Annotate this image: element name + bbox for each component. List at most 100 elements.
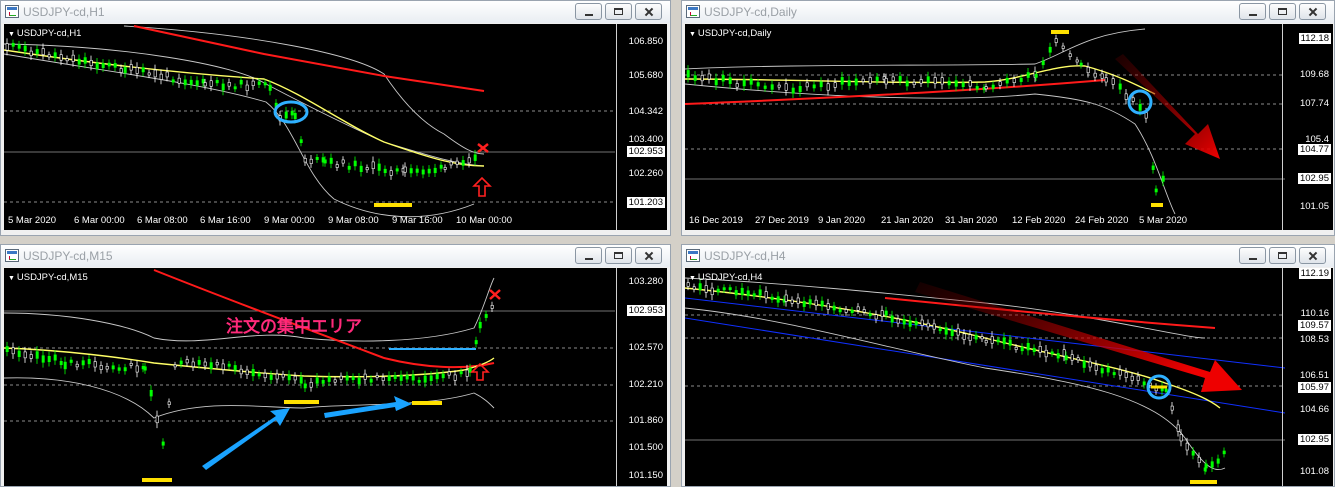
candle-body — [1210, 461, 1214, 468]
candle-body — [405, 375, 409, 380]
candle-body — [1185, 442, 1189, 451]
candle-body — [728, 287, 732, 291]
current-price-label: 102.953 — [626, 305, 665, 316]
time-label: 9 Jan 2020 — [818, 215, 866, 226]
candle-body — [1204, 463, 1208, 469]
red-x-icon — [489, 289, 501, 300]
candle-body — [23, 45, 27, 52]
candle-body — [123, 367, 127, 372]
chart-window-daily[interactable]: USDJPY-cd,Daily USDJPY-cd,Daily — [681, 0, 1335, 236]
candle-body — [17, 44, 21, 49]
candle-body — [1138, 103, 1142, 111]
candle-body — [95, 62, 99, 70]
candle-body — [902, 318, 906, 325]
minimize-button[interactable] — [575, 247, 602, 264]
maximize-button[interactable] — [605, 247, 632, 264]
candle-body — [984, 86, 988, 90]
close-button[interactable] — [1299, 3, 1326, 20]
candle-body — [189, 79, 193, 85]
candle-body — [245, 84, 249, 91]
candle-body — [327, 376, 331, 382]
price-axis — [1282, 24, 1333, 230]
window-title: USDJPY-cd,M15 — [23, 249, 113, 263]
candle-body — [59, 54, 63, 61]
maximize-button[interactable] — [1269, 247, 1296, 264]
price-label: 105.97 — [1297, 382, 1331, 393]
candle-body — [1076, 357, 1080, 361]
time-label: 10 Mar 00:00 — [456, 215, 512, 226]
red-x-icon — [477, 143, 489, 153]
candle-body — [173, 364, 177, 368]
candle-body — [159, 73, 163, 80]
candle-body — [89, 60, 93, 66]
candle-body — [1014, 346, 1018, 350]
candle-body — [776, 296, 780, 303]
candle-body — [820, 300, 824, 307]
candle-body — [1176, 424, 1180, 432]
candle-body — [1216, 458, 1220, 464]
candle-body — [197, 360, 201, 365]
chart-symbol-label: USDJPY-cd,Daily — [689, 28, 772, 39]
candle-body — [323, 159, 327, 164]
chart-plot-area[interactable]: USDJPY-cd,H1 106.8 — [4, 24, 667, 230]
candle-body — [707, 73, 711, 80]
chart-window-m15[interactable]: USDJPY-cd,M15 USDJPY-cd,M15 — [0, 244, 671, 487]
window-titlebar[interactable]: USDJPY-cd,H1 — [1, 1, 670, 23]
close-button[interactable] — [635, 247, 662, 264]
candle-body — [227, 82, 231, 87]
price-label: 101.500 — [628, 442, 663, 453]
candle-body — [179, 360, 183, 365]
candle-body — [363, 373, 367, 380]
close-button[interactable] — [1299, 247, 1326, 264]
candle-body — [135, 67, 139, 74]
candle-body — [427, 168, 431, 174]
minimize-button[interactable] — [575, 3, 602, 20]
candle-body — [722, 287, 726, 291]
maximize-button[interactable] — [605, 3, 632, 20]
candle-body — [447, 371, 451, 376]
window-titlebar[interactable]: USDJPY-cd,H4 — [682, 245, 1334, 267]
window-titlebar[interactable]: USDJPY-cd,M15 — [1, 245, 670, 267]
candle-body — [1104, 77, 1108, 83]
candle-body — [209, 362, 213, 369]
candle-body — [275, 373, 279, 380]
candle-body — [998, 81, 1002, 86]
candle-body — [239, 79, 243, 85]
candle-body — [195, 80, 199, 86]
candle-body — [101, 63, 105, 69]
chart-plot-area[interactable]: USDJPY-cd,Daily — [685, 24, 1333, 230]
candle-body — [974, 334, 978, 340]
chart-plot-area[interactable]: USDJPY-cd,M15 — [4, 268, 667, 486]
chart-window-h4[interactable]: USDJPY-cd,H4 USDJPY-cd,H4 — [681, 244, 1335, 487]
candle-body — [898, 76, 902, 82]
candle-body — [339, 375, 343, 380]
red-up-arrow-icon — [472, 176, 492, 197]
time-label: 9 Mar 08:00 — [328, 215, 379, 226]
chart-plot-area[interactable]: USDJPY-cd,H4 — [685, 268, 1333, 486]
candle-body — [1020, 346, 1024, 352]
candle-body — [1100, 368, 1104, 374]
candle-body — [1154, 188, 1158, 193]
candle-body — [1164, 388, 1168, 392]
close-button[interactable] — [635, 3, 662, 20]
candle-body — [263, 82, 267, 86]
candle-body — [239, 368, 243, 375]
chart-window-h1[interactable]: USDJPY-cd,H1 USDJPY-cd,H1 — [0, 0, 671, 236]
candle-body — [411, 374, 415, 381]
candle-body — [1070, 354, 1074, 361]
price-chart — [4, 25, 615, 218]
candle-body — [1038, 346, 1042, 353]
minimize-button[interactable] — [1239, 3, 1266, 20]
window-titlebar[interactable]: USDJPY-cd,Daily — [682, 1, 1334, 23]
candle-body — [303, 158, 307, 163]
candle-body — [854, 78, 858, 86]
candle-body — [938, 328, 942, 332]
candle-body — [1019, 77, 1023, 82]
candle-body — [105, 366, 109, 370]
candle-body — [321, 380, 325, 384]
candle-body — [826, 83, 830, 91]
candle-body — [53, 52, 57, 58]
candle-body — [875, 76, 879, 82]
minimize-button[interactable] — [1239, 247, 1266, 264]
maximize-button[interactable] — [1269, 3, 1296, 20]
